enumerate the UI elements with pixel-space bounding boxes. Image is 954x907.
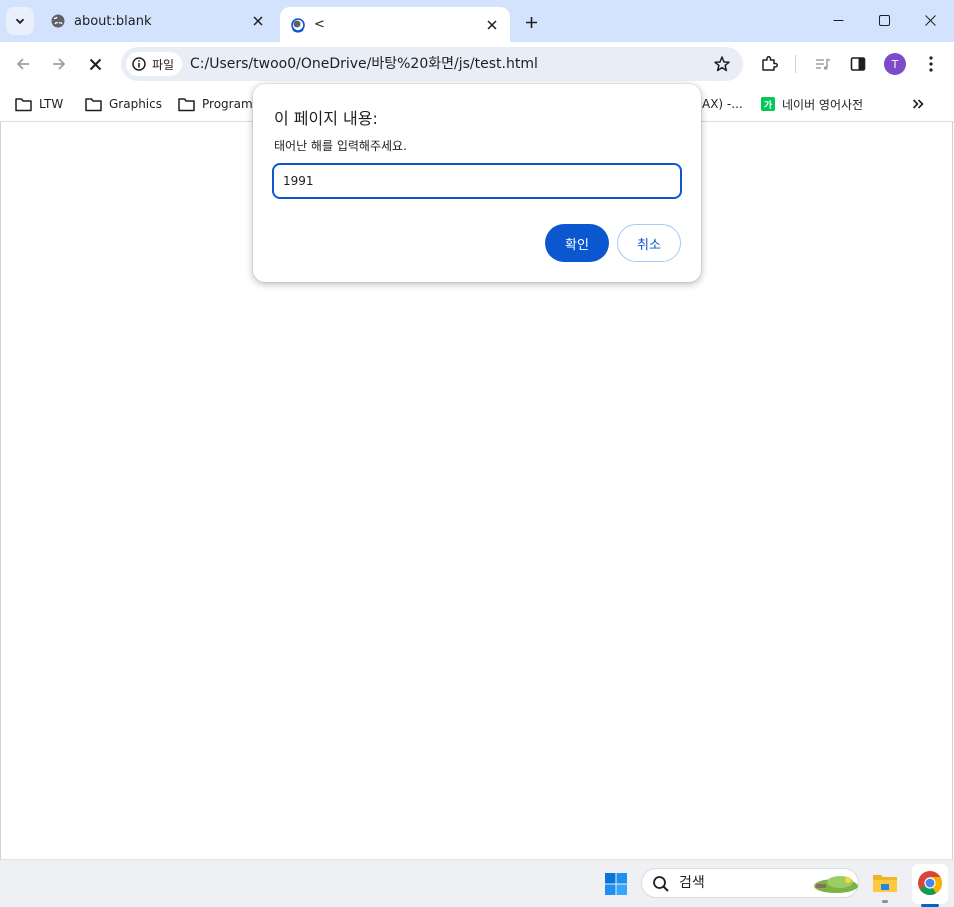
close-window-button[interactable] (907, 0, 953, 40)
maximize-button[interactable] (861, 0, 907, 40)
media-controls-button[interactable] (808, 49, 838, 79)
windows-start-icon[interactable] (604, 872, 628, 896)
tab-close-icon[interactable] (248, 11, 268, 31)
folder-icon (178, 97, 195, 112)
back-button[interactable] (8, 49, 38, 79)
minimize-icon (833, 19, 843, 21)
globe-icon (50, 13, 66, 29)
file-explorer-icon[interactable] (870, 868, 900, 898)
forward-button[interactable] (44, 49, 74, 79)
minimize-button[interactable] (815, 0, 861, 40)
plus-icon (525, 16, 537, 28)
toolbar-separator (795, 55, 796, 73)
search-highlight-icon (814, 876, 858, 893)
folder-icon (85, 97, 102, 112)
search-icon (652, 875, 670, 893)
stop-loading-button[interactable] (80, 49, 110, 79)
media-queue-icon (816, 58, 831, 70)
loading-icon (290, 17, 306, 33)
cancel-button[interactable]: 취소 (617, 224, 681, 262)
prompt-dialog: 이 페이지 내용: 태어난 해를 입력해주세요. 확인 취소 (253, 84, 701, 282)
info-icon (132, 57, 146, 71)
bookmark-folder-ltw[interactable]: LTW (15, 92, 63, 116)
bookmarks-overflow-button[interactable] (912, 92, 924, 116)
bookmark-naver-dictionary[interactable]: 가 네이버 영어사전 (761, 92, 863, 116)
bookmark-label: AX) -... (702, 97, 743, 111)
taskbar-search-label: 검색 (679, 875, 705, 891)
tab-title: < (314, 17, 325, 32)
security-chip-label: 파일 (152, 57, 175, 72)
side-panel-button[interactable] (843, 49, 873, 79)
new-tab-button[interactable] (518, 9, 544, 35)
naver-icon: 가 (761, 97, 775, 111)
tab-active[interactable]: < (280, 7, 510, 42)
tab-strip: about:blank < (0, 0, 954, 42)
taskbar-search-box[interactable]: 검색 (641, 868, 859, 898)
running-indicator (882, 900, 888, 903)
maximize-icon (878, 14, 890, 26)
arrow-left-icon (16, 58, 29, 70)
bookmark-folder-programming[interactable]: Programm (178, 92, 264, 116)
tab-about-blank[interactable]: about:blank (40, 0, 276, 42)
bookmark-star-icon[interactable] (713, 55, 731, 73)
profile-avatar[interactable]: T (884, 53, 906, 75)
ok-button[interactable]: 확인 (545, 224, 609, 262)
menu-button[interactable] (916, 49, 946, 79)
toolbar: 파일 C:/Users/twoo0/OneDrive/바탕%20화면/js/te… (0, 42, 954, 86)
dialog-title: 이 페이지 내용: (274, 109, 378, 128)
close-icon (89, 58, 101, 70)
dialog-message: 태어난 해를 입력해주세요. (274, 139, 407, 153)
url-text[interactable]: C:/Users/twoo0/OneDrive/바탕%20화면/js/test.… (190, 47, 538, 81)
dialog-input[interactable] (272, 163, 682, 199)
tab-title: about:blank (74, 13, 152, 29)
chevron-double-right-icon (912, 99, 924, 109)
extensions-button[interactable] (754, 49, 784, 79)
chrome-icon[interactable] (915, 868, 945, 898)
tab-search-button[interactable] (6, 7, 34, 35)
puzzle-icon (762, 56, 778, 71)
address-bar[interactable]: 파일 C:/Users/twoo0/OneDrive/바탕%20화면/js/te… (121, 47, 743, 81)
bookmark-label: Graphics (109, 97, 162, 111)
tab-close-icon[interactable] (482, 15, 502, 35)
bookmark-label: LTW (39, 97, 64, 111)
folder-icon (15, 97, 32, 112)
taskbar: 검색 (0, 859, 954, 907)
side-panel-icon (850, 57, 866, 71)
chevron-down-icon (15, 18, 25, 25)
bookmark-folder-graphics[interactable]: Graphics (85, 92, 162, 116)
bookmark-partial[interactable]: AX) -... (702, 92, 743, 116)
bookmark-label: 네이버 영어사전 (782, 97, 864, 112)
close-icon (924, 14, 936, 26)
site-info-chip[interactable]: 파일 (126, 52, 183, 76)
more-vert-icon (929, 56, 933, 72)
arrow-right-icon (53, 58, 66, 70)
